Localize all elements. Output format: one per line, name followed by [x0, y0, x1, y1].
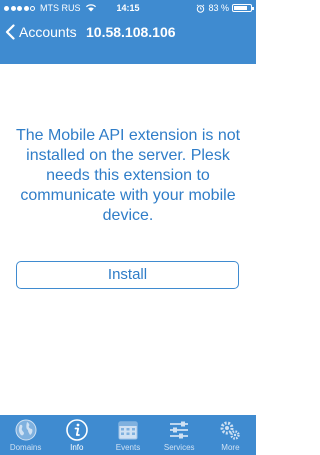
sliders-icon [170, 421, 189, 439]
status-right: 83 % [196, 0, 254, 16]
tab-label: Info [70, 443, 84, 452]
extension-missing-message: The Mobile API extension is not installe… [15, 127, 241, 224]
battery-percent: 83 % [208, 3, 229, 13]
tab-label: Domains [9, 443, 42, 452]
tab-events[interactable]: Events [102, 415, 153, 455]
alarm-icon [197, 3, 205, 13]
battery-icon [232, 4, 254, 12]
page-title: 10.58.108.106 [86, 24, 176, 40]
top-bar: MTS RUS 14:15 83 % Accounts 10.58.108.10… [0, 0, 256, 64]
status-bar: MTS RUS 14:15 83 % [0, 0, 256, 16]
tab-label: Events [115, 443, 141, 452]
calendar-icon [118, 421, 138, 440]
gears-icon [220, 421, 241, 440]
info-icon [65, 419, 88, 441]
tab-info[interactable]: Info [51, 415, 102, 455]
tab-bar: Domains Info Events Services More [0, 415, 256, 455]
back-button-label: Accounts [19, 24, 77, 40]
tab-more[interactable]: More [205, 415, 256, 455]
globe-icon [15, 419, 37, 441]
install-button[interactable]: Install [16, 261, 239, 289]
tab-label: More [221, 443, 240, 452]
chevron-left-icon [5, 24, 15, 40]
navigation-bar: Accounts 10.58.108.106 [0, 16, 256, 48]
battery-fill [234, 6, 248, 10]
tab-label: Services [163, 443, 195, 452]
back-button[interactable]: Accounts [5, 16, 77, 48]
tab-domains[interactable]: Domains [0, 415, 51, 455]
tab-services[interactable]: Services [154, 415, 205, 455]
